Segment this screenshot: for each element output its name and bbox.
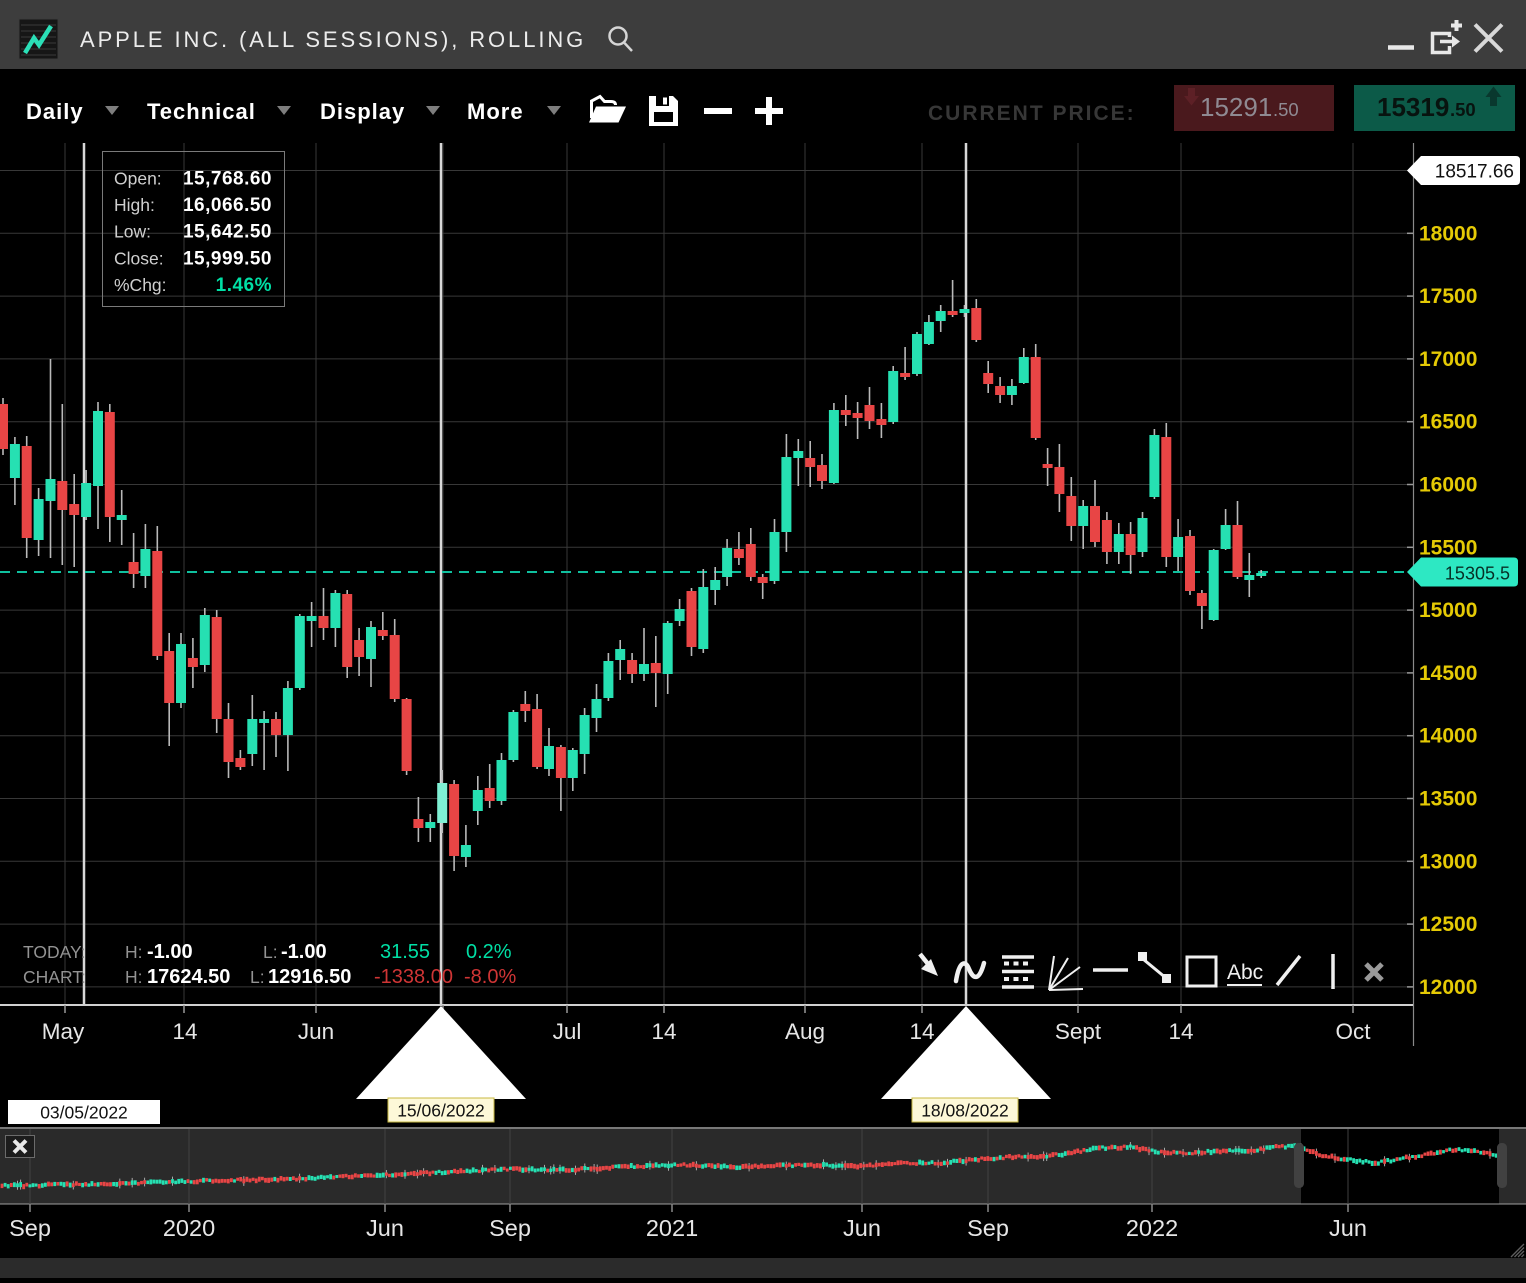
svg-text:Open:: Open: — [114, 169, 162, 189]
svg-text:Sep: Sep — [489, 1215, 531, 1241]
svg-text:Sept: Sept — [1055, 1019, 1102, 1044]
svg-text:15291: 15291 — [1200, 92, 1272, 122]
svg-text:May: May — [42, 1019, 85, 1044]
svg-text:15000: 15000 — [1419, 599, 1477, 622]
svg-text:Jun: Jun — [366, 1215, 404, 1241]
svg-text:16,066.50: 16,066.50 — [183, 195, 272, 216]
svg-text:.50: .50 — [1273, 99, 1299, 120]
svg-text:13500: 13500 — [1419, 788, 1477, 811]
svg-text:15,642.50: 15,642.50 — [183, 222, 272, 243]
svg-text:Sep: Sep — [967, 1215, 1009, 1241]
svg-text:Daily: Daily — [26, 99, 84, 124]
svg-text:H:: H: — [125, 942, 143, 962]
svg-text:.50: .50 — [1450, 99, 1476, 120]
svg-text:15500: 15500 — [1419, 536, 1477, 559]
svg-text:12500: 12500 — [1419, 913, 1477, 936]
svg-text:15,768.60: 15,768.60 — [183, 169, 272, 190]
svg-text:Technical: Technical — [147, 99, 256, 124]
svg-text:-1338.00: -1338.00 — [374, 966, 453, 988]
svg-text:14: 14 — [909, 1019, 934, 1044]
svg-text:Close:: Close: — [114, 248, 164, 268]
svg-text:H:: H: — [125, 967, 143, 987]
svg-text:Sep: Sep — [9, 1215, 51, 1241]
svg-text:Jun: Jun — [843, 1215, 881, 1241]
svg-text:Low:: Low: — [114, 222, 151, 242]
svg-text:15,999.50: 15,999.50 — [183, 248, 272, 269]
svg-text:13000: 13000 — [1419, 850, 1477, 873]
svg-text:Jun: Jun — [298, 1019, 334, 1044]
svg-text:Aug: Aug — [785, 1019, 825, 1044]
svg-text:Oct: Oct — [1335, 1019, 1371, 1044]
svg-text:Abc: Abc — [1227, 961, 1263, 984]
svg-text:16500: 16500 — [1419, 411, 1477, 434]
svg-text:2020: 2020 — [163, 1215, 215, 1241]
svg-text:14: 14 — [1168, 1019, 1193, 1044]
svg-text:12000: 12000 — [1419, 976, 1477, 999]
svg-text:15305.5: 15305.5 — [1445, 564, 1510, 584]
svg-text:31.55: 31.55 — [380, 941, 430, 963]
svg-text:L:: L: — [263, 942, 278, 962]
svg-text:High:: High: — [114, 195, 155, 215]
svg-text:18/08/2022: 18/08/2022 — [921, 1101, 1009, 1121]
svg-text:17500: 17500 — [1419, 285, 1477, 308]
svg-text:17624.50: 17624.50 — [147, 966, 230, 988]
svg-text:14: 14 — [172, 1019, 197, 1044]
svg-text:APPLE INC. (ALL SESSIONS), ROL: APPLE INC. (ALL SESSIONS), ROLLING — [80, 27, 586, 52]
svg-text:12916.50: 12916.50 — [268, 966, 351, 988]
svg-text:1.46%: 1.46% — [216, 275, 272, 296]
svg-text:Display: Display — [320, 99, 405, 124]
svg-text:14000: 14000 — [1419, 725, 1477, 748]
svg-text:14: 14 — [651, 1019, 676, 1044]
svg-text:16000: 16000 — [1419, 474, 1477, 497]
svg-text:%Chg:: %Chg: — [114, 275, 167, 295]
svg-text:15319: 15319 — [1377, 92, 1449, 122]
svg-text:L:: L: — [250, 967, 265, 987]
svg-text:15/06/2022: 15/06/2022 — [397, 1101, 485, 1121]
svg-text:17000: 17000 — [1419, 348, 1477, 371]
svg-text:2021: 2021 — [646, 1215, 698, 1241]
svg-text:TODAY:: TODAY: — [23, 942, 86, 962]
svg-text:2022: 2022 — [1126, 1215, 1178, 1241]
svg-text:14500: 14500 — [1419, 662, 1477, 685]
svg-text:18000: 18000 — [1419, 222, 1477, 245]
svg-text:0.2%: 0.2% — [466, 941, 512, 963]
svg-text:-1.00: -1.00 — [147, 941, 193, 963]
svg-text:Jul: Jul — [553, 1019, 582, 1044]
svg-text:CHART:: CHART: — [23, 967, 86, 987]
svg-text:More: More — [467, 99, 524, 124]
svg-text:CURRENT PRICE:: CURRENT PRICE: — [928, 102, 1136, 125]
svg-text:03/05/2022: 03/05/2022 — [40, 1103, 128, 1123]
svg-text:-8.0%: -8.0% — [464, 966, 516, 988]
svg-text:18517.66: 18517.66 — [1435, 162, 1514, 183]
svg-text:Jun: Jun — [1329, 1215, 1367, 1241]
svg-text:-1.00: -1.00 — [281, 941, 327, 963]
